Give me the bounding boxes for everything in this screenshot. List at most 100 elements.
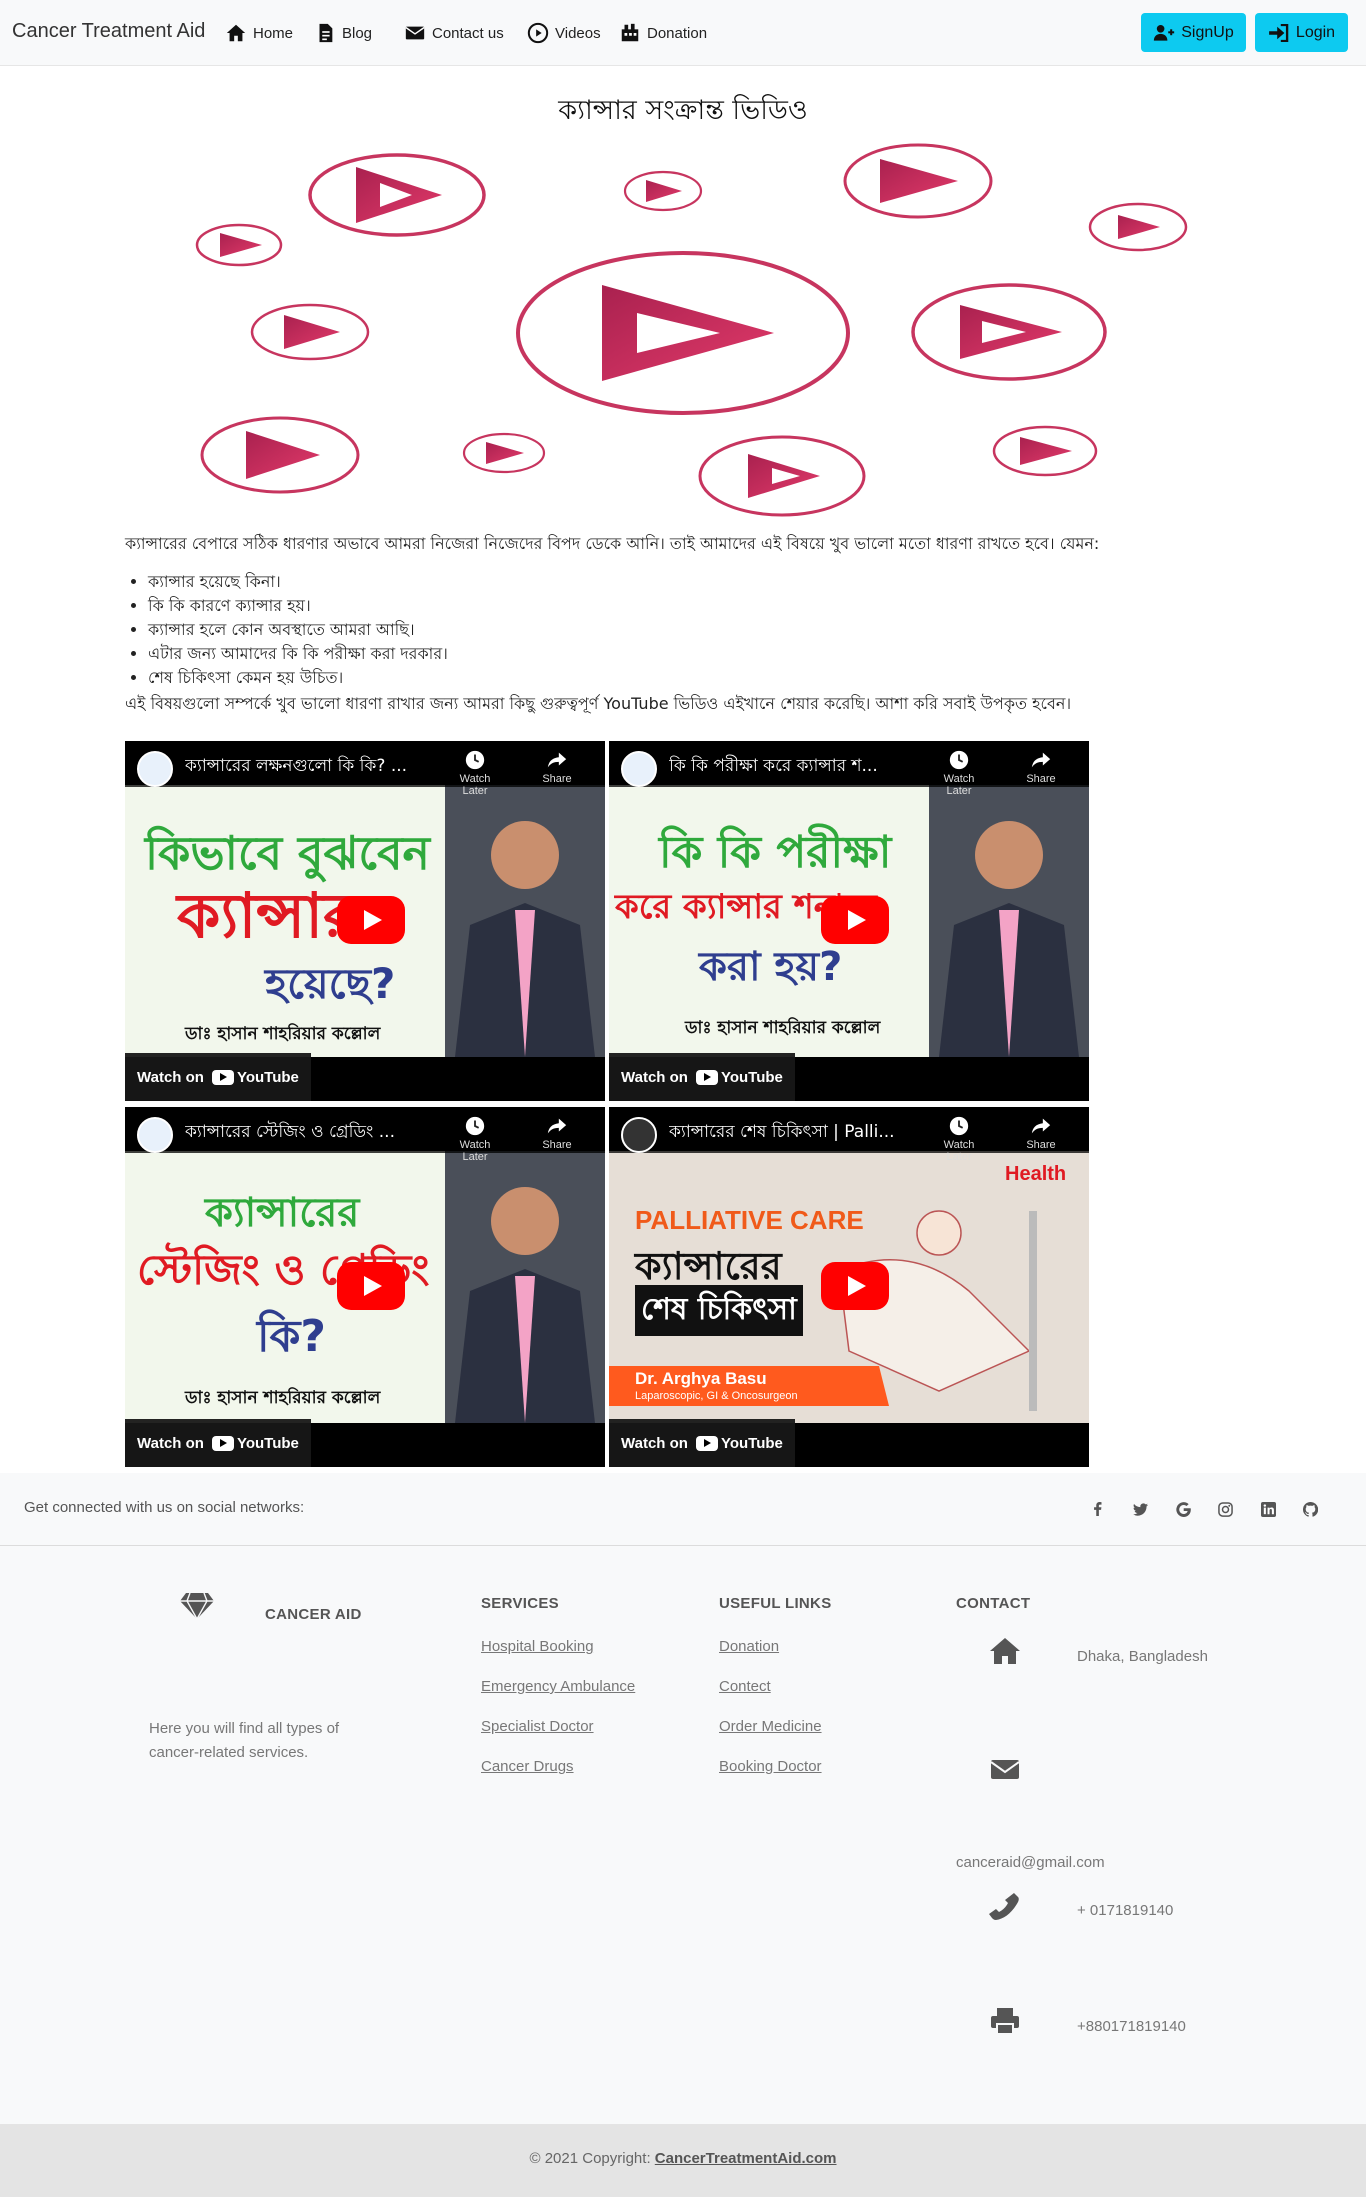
github-icon[interactable]	[1298, 1497, 1322, 1521]
video-header: ক্যান্সারের শেষ চিকিৎসা | Palli... Watch…	[609, 1107, 1089, 1163]
thumb-doctor: ডাঃ হাসান শাহরিয়ার কল্লোল	[185, 1024, 381, 1044]
login-button[interactable]: Login	[1255, 13, 1348, 52]
navbar: Cancer Treatment Aid Home Blog Contact u…	[0, 0, 1366, 66]
channel-avatar[interactable]	[621, 1117, 657, 1153]
share-icon	[547, 752, 567, 768]
watch-later-button[interactable]: Watch Later	[931, 1115, 987, 1163]
youtube-wordmark: YouTube	[236, 1434, 299, 1452]
contact-heading: CONTACT	[956, 1595, 1031, 1612]
contact-email: canceraid@gmail.com	[956, 1854, 1105, 1871]
share-button[interactable]: Share	[1013, 749, 1069, 785]
youtube-wordmark: YouTube	[720, 1068, 783, 1086]
watch-later-button[interactable]: Watch Later	[447, 1115, 503, 1163]
link-hospital-booking[interactable]: Hospital Booking	[481, 1638, 594, 1655]
video-title[interactable]: কি কি পরীক্ষা করে ক্যান্সার শ...	[669, 753, 939, 781]
copyright-link[interactable]: CancerTreatmentAid.com	[655, 2150, 837, 2167]
share-icon	[547, 1118, 567, 1134]
link-booking-doctor[interactable]: Booking Doctor	[719, 1758, 822, 1775]
share-icon	[1031, 1118, 1051, 1134]
watch-on-label: Watch on	[621, 1068, 688, 1086]
video-header: কি কি পরীক্ষা করে ক্যান্সার শ... Watch L…	[609, 741, 1089, 797]
phone-icon	[989, 1893, 1019, 1920]
video-embed-staging[interactable]: ক্যান্সারের স্টেজিং ও গ্রেডিং কি? ডাঃ হা…	[125, 1107, 605, 1467]
video-embed-palliative[interactable]: PALLIATIVE CARE ক্যান্সারের শেষ চিকিৎসা …	[609, 1107, 1089, 1467]
channel-avatar[interactable]	[137, 1117, 173, 1153]
home-icon	[990, 1638, 1020, 1664]
share-button[interactable]: Share	[529, 1115, 585, 1151]
share-button[interactable]: Share	[1013, 1115, 1069, 1151]
topics-list: ক্যান্সার হয়েছে কিনা। কি কি কারণে ক্যান…	[148, 570, 448, 690]
list-item: কি কি কারণে ক্যান্সার হয়।	[148, 594, 448, 618]
youtube-wordmark: YouTube	[236, 1068, 299, 1086]
youtube-play-button[interactable]	[821, 1262, 889, 1310]
link-donation[interactable]: Donation	[719, 1638, 779, 1655]
instagram-icon[interactable]	[1213, 1497, 1237, 1521]
youtube-logo: YouTube	[695, 1434, 783, 1452]
link-contact[interactable]: Contect	[719, 1678, 771, 1695]
contact-phone: + 0171819140	[1077, 1902, 1174, 1919]
video-embed-tests[interactable]: কি কি পরীক্ষা করে ক্যান্সার শনাক্ত করা হ…	[609, 741, 1089, 1101]
watch-on-youtube-button[interactable]: Watch on YouTube	[609, 1053, 795, 1101]
play-circle-icon	[527, 22, 549, 44]
watch-later-button[interactable]: Watch Later	[447, 749, 503, 797]
nav-home-label: Home	[253, 24, 294, 42]
footer: CANCER AID Here you will find all types …	[0, 1546, 1366, 2124]
share-button[interactable]: Share	[529, 749, 585, 785]
watch-later-label: Watch Later	[943, 773, 975, 797]
watch-on-youtube-button[interactable]: Watch on YouTube	[125, 1053, 311, 1101]
youtube-play-button[interactable]	[337, 1262, 405, 1310]
contact-address: Dhaka, Bangladesh	[1077, 1648, 1208, 1665]
list-item: ক্যান্সার হলে কোন অবস্থাতে আমরা আছি।	[148, 618, 448, 642]
useful-links-heading: USEFUL LINKS	[719, 1595, 832, 1612]
google-icon[interactable]	[1171, 1497, 1195, 1521]
video-title[interactable]: ক্যান্সারের শেষ চিকিৎসা | Palli...	[669, 1119, 939, 1147]
copyright-text: © 2021 Copyright:	[529, 2150, 651, 2167]
channel-avatar[interactable]	[137, 751, 173, 787]
watch-on-youtube-button[interactable]: Watch on YouTube	[125, 1419, 311, 1467]
channel-avatar[interactable]	[621, 751, 657, 787]
thumb-line: কি?	[257, 1311, 326, 1362]
video-play-illustration	[195, 143, 1188, 517]
health-badge: Health	[1005, 1163, 1067, 1185]
watch-on-youtube-button[interactable]: Watch on YouTube	[609, 1419, 795, 1467]
link-specialist-doctor[interactable]: Specialist Doctor	[481, 1718, 594, 1735]
watch-on-label: Watch on	[621, 1434, 688, 1452]
youtube-play-button[interactable]	[337, 896, 405, 944]
social-bar: Get connected with us on social networks…	[0, 1473, 1366, 1546]
youtube-wordmark: YouTube	[720, 1434, 783, 1452]
link-order-medicine[interactable]: Order Medicine	[719, 1718, 822, 1735]
link-emergency-ambulance[interactable]: Emergency Ambulance	[481, 1678, 635, 1695]
thumb-doctor: Dr. Arghya Basu	[635, 1369, 767, 1388]
share-label: Share	[1026, 773, 1056, 785]
video-embed-symptoms[interactable]: কিভাবে বুঝবেন ক্যান্সার হয়েছে? ডাঃ হাসা…	[125, 741, 605, 1101]
services-heading: SERVICES	[481, 1595, 559, 1612]
video-title[interactable]: ক্যান্সারের স্টেজিং ও গ্রেডিং ...	[185, 1119, 455, 1147]
facebook-icon[interactable]	[1086, 1497, 1110, 1521]
youtube-icon	[211, 1435, 234, 1451]
nav-blog[interactable]: Blog	[314, 20, 372, 46]
nav-donation[interactable]: Donation	[619, 20, 707, 46]
watch-later-button[interactable]: Watch Later	[931, 749, 987, 797]
signup-button[interactable]: SignUp	[1141, 13, 1246, 52]
watch-later-label: Watch Later	[943, 1139, 975, 1163]
nav-home[interactable]: Home	[225, 20, 293, 46]
watch-on-label: Watch on	[137, 1068, 204, 1086]
list-item: এটার জন্য আমাদের কি কি পরীক্ষা করা দরকার…	[148, 642, 448, 666]
social-text: Get connected with us on social networks…	[24, 1499, 305, 1516]
home-icon	[226, 24, 246, 42]
linkedin-icon[interactable]	[1256, 1497, 1280, 1521]
footer-brand: CANCER AID	[265, 1606, 362, 1623]
youtube-play-button[interactable]	[821, 896, 889, 944]
intro-paragraph: ক্যান্সারের বেপারে সঠিক ধারণার অভাবে আমর…	[125, 534, 1100, 553]
link-cancer-drugs[interactable]: Cancer Drugs	[481, 1758, 574, 1775]
twitter-icon[interactable]	[1128, 1497, 1152, 1521]
footer-about: Here you will find all types of cancer-r…	[149, 1720, 340, 1761]
login-label: Login	[1295, 23, 1336, 41]
video-title[interactable]: ক্যান্সারের লক্ষনগুলো কি কি? ...	[185, 753, 455, 781]
brand-link[interactable]: Cancer Treatment Aid	[12, 20, 205, 43]
nav-contact[interactable]: Contact us	[404, 20, 504, 46]
list-item: শেষ চিকিৎসা কেমন হয় উচিত।	[148, 666, 448, 690]
nav-videos[interactable]: Videos	[527, 20, 601, 46]
youtube-icon	[695, 1435, 718, 1451]
user-plus-icon	[1154, 24, 1175, 41]
